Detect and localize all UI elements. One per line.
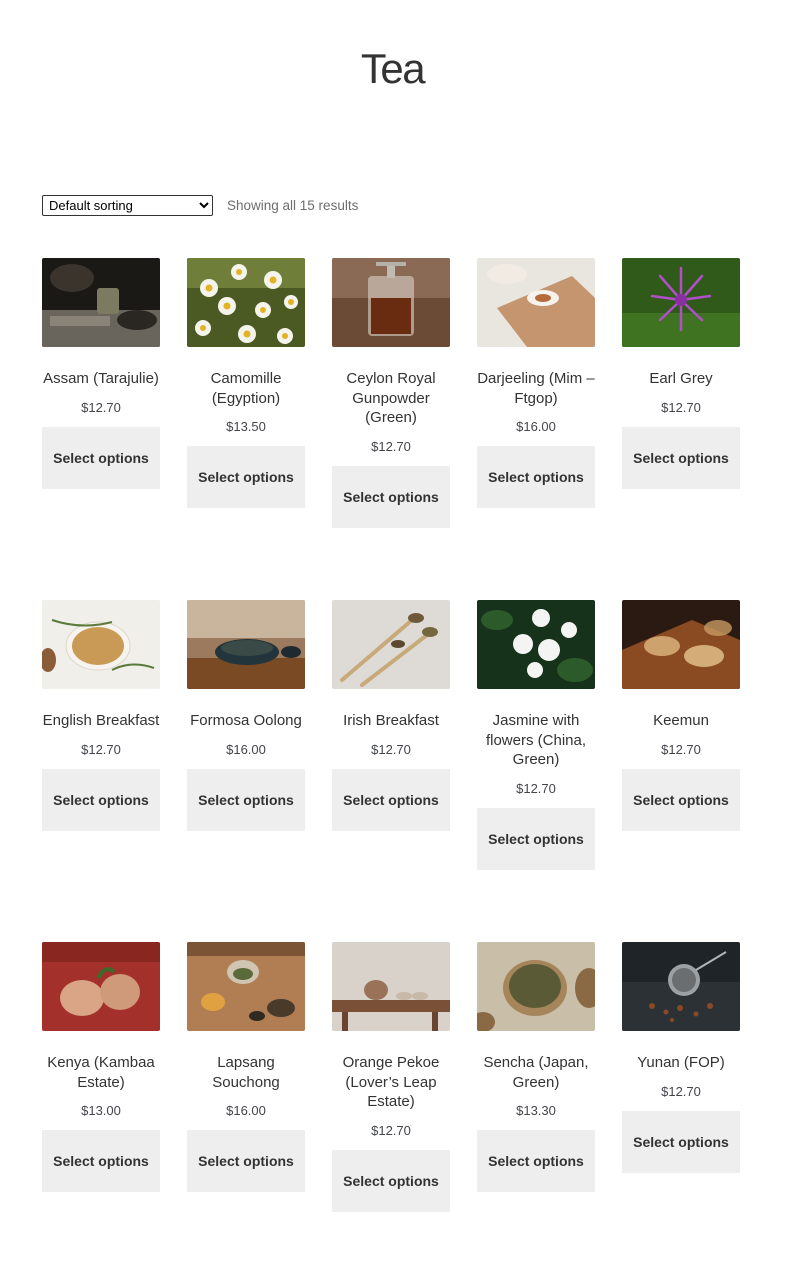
tea-spoons-photo[interactable] bbox=[332, 600, 450, 689]
product-card: Keemun $12.70 Select options bbox=[622, 600, 740, 942]
product-card: Sencha (Japan, Green) $13.30 Select opti… bbox=[477, 942, 595, 1284]
product-card: Lapsang Souchong $16.00 Select options bbox=[187, 942, 305, 1284]
select-options-button[interactable]: Select options bbox=[477, 446, 595, 508]
product-name[interactable]: Kenya (Kambaa Estate) bbox=[42, 1053, 160, 1092]
shop-toolbar: Default sorting Showing all 15 results bbox=[42, 194, 358, 216]
product-price: $12.70 bbox=[661, 399, 701, 415]
teapot-table-photo[interactable] bbox=[332, 942, 450, 1031]
select-options-button[interactable]: Select options bbox=[42, 426, 160, 489]
product-name[interactable]: Darjeeling (Mim – Ftgop) bbox=[477, 369, 595, 408]
herbal-tea-cup-photo[interactable] bbox=[42, 600, 160, 689]
product-card: Assam (Tarajulie) $12.70 Select options bbox=[42, 258, 160, 600]
product-price: $12.70 bbox=[371, 438, 411, 454]
tea-pouring-photo[interactable] bbox=[42, 258, 160, 347]
product-price: $13.30 bbox=[516, 1103, 556, 1118]
product-price: $16.00 bbox=[226, 1103, 266, 1118]
product-name[interactable]: English Breakfast bbox=[42, 711, 160, 731]
select-options-button[interactable]: Select options bbox=[332, 1149, 450, 1212]
tea-bowl-photo[interactable] bbox=[187, 600, 305, 689]
product-price: $12.70 bbox=[516, 780, 556, 796]
select-options-button[interactable]: Select options bbox=[622, 768, 740, 831]
product-row: Assam (Tarajulie) $12.70 Select options bbox=[42, 258, 741, 600]
select-options-button[interactable]: Select options bbox=[187, 446, 305, 508]
product-price: $12.70 bbox=[661, 741, 701, 757]
product-name[interactable]: Earl Grey bbox=[622, 369, 740, 389]
product-card: Irish Breakfast $12.70 Select options bbox=[332, 600, 450, 942]
product-card: Formosa Oolong $16.00 Select options bbox=[187, 600, 305, 942]
select-options-button[interactable]: Select options bbox=[477, 1130, 595, 1192]
product-name[interactable]: Sencha (Japan, Green) bbox=[477, 1053, 595, 1092]
camomile-flowers-photo[interactable] bbox=[187, 258, 305, 347]
product-card: Ceylon Royal Gunpowder (Green) $12.70 Se… bbox=[332, 258, 450, 600]
tea-tray-photo[interactable] bbox=[477, 258, 595, 347]
product-card: Orange Pekoe (Lover’s Leap Estate) $12.7… bbox=[332, 942, 450, 1284]
product-price: $12.70 bbox=[661, 1083, 701, 1099]
select-options-button[interactable]: Select options bbox=[187, 768, 305, 831]
purple-flower-photo[interactable] bbox=[622, 258, 740, 347]
product-price: $16.00 bbox=[226, 741, 266, 757]
product-price: $12.70 bbox=[371, 741, 411, 757]
product-price: $13.00 bbox=[81, 1103, 121, 1118]
product-card: Earl Grey $12.70 Select options bbox=[622, 258, 740, 600]
tea-infuser-photo[interactable] bbox=[622, 942, 740, 1031]
product-card: Yunan (FOP) $12.70 Select options bbox=[622, 942, 740, 1284]
select-options-button[interactable]: Select options bbox=[332, 465, 450, 528]
product-row: English Breakfast $12.70 Select options … bbox=[42, 600, 741, 942]
product-name[interactable]: Formosa Oolong bbox=[187, 711, 305, 731]
product-name[interactable]: Lapsang Souchong bbox=[187, 1053, 305, 1092]
page-title: Tea bbox=[360, 45, 426, 92]
product-price: $13.50 bbox=[226, 419, 266, 434]
tea-set-photo[interactable] bbox=[187, 942, 305, 1031]
product-grid: Assam (Tarajulie) $12.70 Select options bbox=[42, 258, 741, 1284]
product-name[interactable]: Keemun bbox=[622, 711, 740, 731]
select-options-button[interactable]: Select options bbox=[622, 426, 740, 489]
product-row: Kenya (Kambaa Estate) $13.00 Select opti… bbox=[42, 942, 741, 1284]
product-price: $12.70 bbox=[371, 1122, 411, 1138]
select-options-button[interactable]: Select options bbox=[42, 768, 160, 831]
product-name[interactable]: Camomille (Egyption) bbox=[187, 369, 305, 408]
glass-teacups-photo[interactable] bbox=[622, 600, 740, 689]
french-press-tea-photo[interactable] bbox=[332, 258, 450, 347]
product-price: $16.00 bbox=[516, 419, 556, 434]
product-name[interactable]: Yunan (FOP) bbox=[622, 1053, 740, 1073]
sort-select[interactable]: Default sorting bbox=[42, 194, 213, 216]
product-name[interactable]: Jasmine with flowers (China, Green) bbox=[477, 711, 595, 770]
select-options-button[interactable]: Select options bbox=[477, 807, 595, 870]
product-name[interactable]: Irish Breakfast bbox=[332, 711, 450, 731]
product-card: English Breakfast $12.70 Select options bbox=[42, 600, 160, 942]
green-tea-bowl-photo[interactable] bbox=[477, 942, 595, 1031]
jasmine-flowers-photo[interactable] bbox=[477, 600, 595, 689]
product-name[interactable]: Ceylon Royal Gunpowder (Green) bbox=[332, 369, 450, 428]
select-options-button[interactable]: Select options bbox=[187, 1130, 305, 1192]
product-card: Jasmine with flowers (China, Green) $12.… bbox=[477, 600, 595, 942]
select-options-button[interactable]: Select options bbox=[332, 768, 450, 831]
hands-tea-leaf-photo[interactable] bbox=[42, 942, 160, 1031]
product-card: Darjeeling (Mim – Ftgop) $16.00 Select o… bbox=[477, 258, 595, 600]
result-count: Showing all 15 results bbox=[227, 197, 359, 213]
select-options-button[interactable]: Select options bbox=[622, 1110, 740, 1173]
select-options-button[interactable]: Select options bbox=[42, 1130, 160, 1192]
product-card: Camomille (Egyption) $13.50 Select optio… bbox=[187, 258, 305, 600]
product-name[interactable]: Orange Pekoe (Lover’s Leap Estate) bbox=[332, 1053, 450, 1112]
product-price: $12.70 bbox=[81, 741, 121, 757]
product-price: $12.70 bbox=[81, 399, 121, 415]
product-name[interactable]: Assam (Tarajulie) bbox=[42, 369, 160, 389]
product-card: Kenya (Kambaa Estate) $13.00 Select opti… bbox=[42, 942, 160, 1284]
